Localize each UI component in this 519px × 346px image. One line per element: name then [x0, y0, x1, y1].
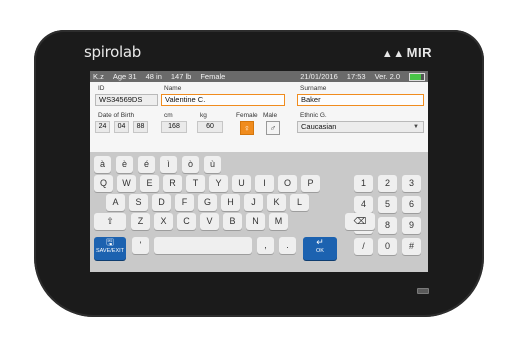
numpad-key[interactable]: 3	[402, 175, 421, 192]
id-label: ID	[98, 85, 105, 92]
patient-form: ID WS34569DS Name Valentine C. Surname B…	[90, 82, 428, 152]
letter-key-i[interactable]: I	[255, 175, 274, 192]
letter-key-k[interactable]: K	[267, 194, 286, 211]
save-exit-label: SAVE/EXIT	[95, 248, 125, 254]
brand-logo: spirolab	[84, 43, 141, 61]
on-screen-keyboard: àèéìòù QWERTYUIOP ASDFGHJKL ZXCVBNM 123 4…	[90, 152, 428, 272]
letter-key-c[interactable]: C	[177, 213, 196, 230]
letter-key-w[interactable]: W	[117, 175, 136, 192]
enter-arrow-icon: ↵	[316, 237, 324, 247]
numpad-key[interactable]: 0	[378, 238, 397, 255]
touch-screen: K.z Age 31 48 in 147 lb Female 21/01/201…	[90, 71, 428, 272]
status-date: 21/01/2016	[300, 72, 338, 81]
numpad-key[interactable]: 9	[402, 217, 421, 234]
female-toggle-icon[interactable]: ♀	[240, 121, 254, 135]
shift-key[interactable]: ⇧	[94, 213, 126, 230]
numpad-key[interactable]: 2	[378, 175, 397, 192]
male-label: Male	[263, 112, 278, 119]
male-toggle-icon[interactable]: ♂	[266, 121, 280, 135]
accent-key[interactable]: à	[94, 156, 111, 173]
letter-key-v[interactable]: V	[200, 213, 219, 230]
letter-key-j[interactable]: J	[244, 194, 263, 211]
female-label: Female	[236, 112, 258, 119]
save-disk-icon: 🖫	[106, 237, 114, 247]
patient-height: 48 in	[145, 72, 162, 81]
letter-key-l[interactable]: L	[290, 194, 309, 211]
numpad-key[interactable]: 4	[354, 196, 373, 213]
backspace-icon: ⌫	[353, 216, 367, 226]
patient-sex: Female	[200, 72, 226, 81]
weight-kg-field[interactable]: 60	[197, 121, 223, 133]
dob-year-field[interactable]: 88	[133, 121, 148, 133]
apostrophe-key[interactable]: '	[132, 237, 149, 254]
letter-key-e[interactable]: E	[140, 175, 159, 192]
letter-key-h[interactable]: H	[221, 194, 240, 211]
spirometer-device: spirolab ▲▲ MIR K.z Age 31 48 in 147 lb F…	[34, 30, 484, 317]
letter-key-q[interactable]: Q	[94, 175, 113, 192]
letter-key-p[interactable]: P	[301, 175, 320, 192]
letter-key-a[interactable]: A	[106, 194, 125, 211]
accent-key[interactable]: ù	[204, 156, 221, 173]
shift-arrow-icon: ⇧	[106, 216, 114, 226]
numpad-key[interactable]: /	[354, 238, 373, 255]
numpad-key[interactable]: #	[402, 238, 421, 255]
save-exit-button[interactable]: 🖫 SAVE/EXIT	[94, 237, 126, 260]
letter-key-z[interactable]: Z	[131, 213, 150, 230]
dob-label: Date of Birth	[98, 112, 135, 119]
dob-month-field[interactable]: 04	[114, 121, 129, 133]
charging-led-icon	[417, 288, 429, 294]
numpad-key[interactable]: 5	[378, 196, 397, 213]
numpad-key[interactable]: 8	[378, 217, 397, 234]
accent-key[interactable]: ò	[182, 156, 199, 173]
mir-logo-icon: ▲▲	[381, 48, 405, 60]
manufacturer-name: MIR	[406, 45, 432, 60]
letter-key-x[interactable]: X	[154, 213, 173, 230]
name-label: Name	[164, 85, 182, 92]
letter-key-n[interactable]: N	[246, 213, 265, 230]
dob-day-field[interactable]: 24	[95, 121, 110, 133]
patient-weight: 147 lb	[170, 72, 192, 81]
status-time: 17:53	[346, 72, 366, 81]
weight-kg-label: kg	[200, 112, 207, 119]
letter-key-r[interactable]: R	[163, 175, 182, 192]
letter-key-t[interactable]: T	[186, 175, 205, 192]
name-field[interactable]: Valentine C.	[161, 94, 285, 106]
accent-key[interactable]: é	[138, 156, 155, 173]
letter-key-f[interactable]: F	[175, 194, 194, 211]
ethnic-group-value: Caucasian	[301, 122, 337, 131]
backspace-key[interactable]: ⌫	[345, 213, 375, 230]
letter-key-b[interactable]: B	[223, 213, 242, 230]
battery-icon	[409, 72, 425, 81]
ethnic-group-label: Ethnic G.	[300, 112, 327, 119]
dropdown-arrow-icon: ▼	[413, 124, 419, 130]
space-key[interactable]	[154, 237, 252, 254]
surname-field[interactable]: Baker	[297, 94, 424, 106]
ok-button[interactable]: ↵ OK	[303, 237, 337, 260]
letter-key-u[interactable]: U	[232, 175, 251, 192]
height-cm-label: cm	[164, 112, 173, 119]
surname-label: Surname	[300, 85, 327, 92]
period-key[interactable]: .	[279, 237, 296, 254]
letter-key-m[interactable]: M	[269, 213, 288, 230]
ethnic-group-select[interactable]: Caucasian ▼	[297, 121, 424, 133]
id-field[interactable]: WS34569DS	[95, 94, 158, 106]
letter-key-y[interactable]: Y	[209, 175, 228, 192]
patient-initials: K.z	[93, 72, 104, 81]
letter-key-g[interactable]: G	[198, 194, 217, 211]
patient-age: Age 31	[112, 72, 137, 81]
ok-label: OK	[316, 248, 324, 254]
software-version: Ver. 2.0	[374, 72, 400, 81]
accent-key[interactable]: ì	[160, 156, 177, 173]
letter-key-s[interactable]: S	[129, 194, 148, 211]
letter-key-d[interactable]: D	[152, 194, 171, 211]
status-bar: K.z Age 31 48 in 147 lb Female 21/01/201…	[90, 71, 428, 82]
numpad-key[interactable]: 6	[402, 196, 421, 213]
letter-key-o[interactable]: O	[278, 175, 297, 192]
numpad-key[interactable]: 1	[354, 175, 373, 192]
height-cm-field[interactable]: 168	[161, 121, 187, 133]
comma-key[interactable]: ,	[257, 237, 274, 254]
manufacturer-logo: ▲▲ MIR	[382, 45, 432, 60]
accent-key[interactable]: è	[116, 156, 133, 173]
